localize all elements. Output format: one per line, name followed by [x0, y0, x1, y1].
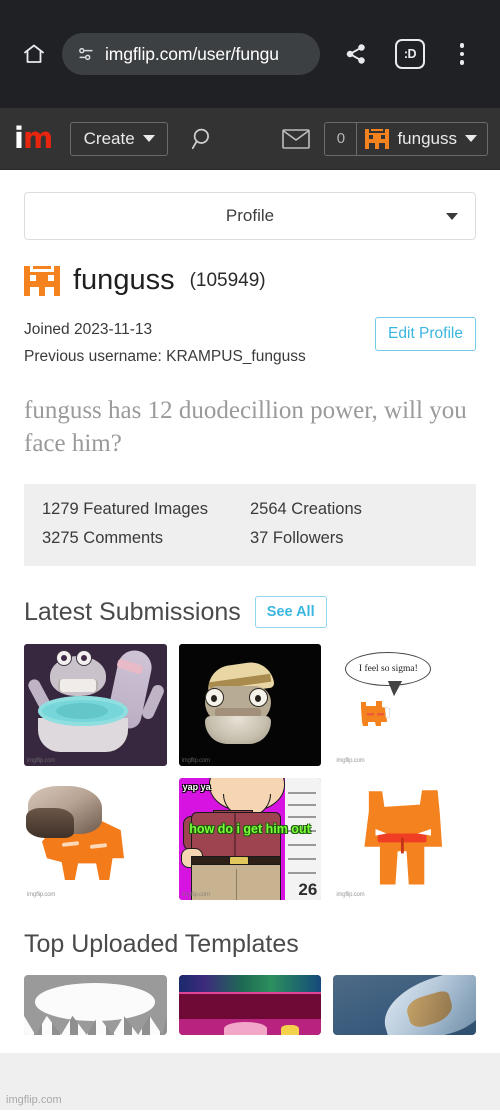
fish-beard-shape — [204, 716, 271, 744]
profile-username: funguss — [73, 264, 175, 296]
create-button[interactable]: Create — [70, 121, 169, 156]
site-header: im Create 0 funguss — [0, 108, 500, 170]
profile-bio: funguss has 12 duodecillion power, will … — [24, 397, 467, 457]
logo-m: m — [22, 121, 53, 155]
top-templates-title: Top Uploaded Templates — [24, 930, 299, 958]
user-menu-button[interactable]: funguss — [356, 121, 488, 156]
profile-dropdown-label: Profile — [225, 206, 275, 225]
top-templates-header: Top Uploaded Templates — [24, 930, 476, 959]
overlay-caption: how do i get him out — [189, 822, 311, 836]
fish-eye-right — [248, 688, 268, 707]
thumb-watermark: imgflip.com — [181, 758, 210, 764]
chevron-down-icon — [142, 135, 155, 142]
monster-eye-right — [76, 650, 92, 666]
thumb-watermark: imgflip.com — [27, 758, 56, 764]
submissions-grid: imgflip.com imgflip.com I feel so sigma! — [24, 644, 476, 900]
template-teeth-cave[interactable] — [24, 975, 167, 1035]
thumb-monster-bathtub[interactable]: imgflip.com — [24, 644, 167, 766]
thumb-watermark: imgflip.com — [27, 892, 56, 898]
edit-profile-button[interactable]: Edit Profile — [375, 317, 476, 351]
logo-i: i — [14, 121, 24, 155]
monster-eye-left — [56, 650, 72, 666]
mail-icon[interactable] — [282, 128, 311, 150]
cave-dome-shape — [35, 983, 156, 1021]
latest-submissions-header: Latest Submissions See All — [24, 596, 476, 628]
header-username: funguss — [397, 128, 457, 148]
overflow-menu-icon[interactable] — [442, 34, 482, 74]
points-badge[interactable]: 0 — [324, 121, 357, 156]
joined-date: Joined 2023-11-13 — [24, 321, 153, 338]
browser-chrome: imgflip.com/user/fungu :D — [0, 0, 500, 108]
glitch-yellow-blob — [281, 1025, 299, 1035]
corner-text: yap ya — [182, 782, 211, 792]
profile-meta-text: Joined 2023-11-13 Previous username: KRA… — [24, 316, 375, 370]
header-right-group: 0 funguss — [282, 121, 488, 156]
page-footer: imgflip.com — [0, 1053, 500, 1110]
thumb-sigma-cat[interactable]: I feel so sigma! imgflip.com — [333, 644, 476, 766]
ice-ridge-shape — [375, 975, 476, 1035]
stat-followers: 37 Followers — [250, 529, 344, 547]
hand-shadow-shape — [26, 808, 74, 838]
templates-grid — [24, 975, 476, 1035]
profile-identity: funguss (105949) — [24, 264, 476, 297]
search-icon[interactable] — [190, 126, 216, 152]
water-shape — [38, 696, 128, 726]
thumb-hand-squeeze-cat[interactable]: imgflip.com — [24, 778, 167, 900]
profile-dropdown[interactable]: Profile — [24, 192, 476, 240]
character-shirt — [190, 812, 281, 860]
cat-avatar-icon — [365, 128, 390, 149]
previous-username: Previous username: KRAMPUS_funguss — [24, 348, 306, 365]
stat-creations: 2564 Creations — [250, 500, 362, 518]
page-body: Profile funguss (105949) Joined 2023-11-… — [0, 192, 500, 1110]
stat-comments: 3275 Comments — [42, 529, 164, 547]
thumb-orange-cat[interactable]: imgflip.com — [333, 778, 476, 900]
template-pink-glitch[interactable] — [178, 975, 322, 1035]
chevron-down-icon — [465, 135, 477, 142]
home-icon[interactable] — [14, 34, 54, 74]
thumb-watermark: imgflip.com — [181, 892, 210, 898]
template-ice-ridge[interactable] — [333, 975, 476, 1035]
chevron-down-icon — [446, 212, 458, 220]
stat-featured-images: 1279 Featured Images — [42, 500, 209, 518]
thumb-watermark: imgflip.com — [336, 892, 365, 898]
emoji-label: :D — [395, 39, 425, 69]
corner-number: 26 — [298, 880, 318, 899]
url-text: imgflip.com/user/fungu — [105, 43, 279, 64]
overflow-dots — [459, 43, 465, 65]
address-bar[interactable]: imgflip.com/user/fungu — [62, 33, 320, 75]
profile-points: (105949) — [189, 269, 266, 291]
latest-submissions-title: Latest Submissions — [24, 597, 241, 626]
thumb-family-guy[interactable]: yap ya how do i get him out 26 imgflip.c… — [178, 778, 322, 900]
emoji-button[interactable]: :D — [390, 34, 430, 74]
speech-bubble-tail — [388, 681, 403, 696]
imgflip-logo[interactable]: im — [14, 121, 53, 155]
orange-cat-large-icon — [364, 790, 443, 885]
thumb-hat-fish[interactable]: imgflip.com — [178, 644, 322, 766]
see-all-button[interactable]: See All — [254, 596, 327, 628]
create-label: Create — [83, 128, 135, 148]
profile-avatar-icon — [24, 265, 60, 296]
glitch-pink-blob — [224, 1021, 268, 1035]
thumb-watermark: imgflip.com — [336, 758, 365, 764]
orange-cat-icon — [361, 701, 391, 726]
fish-eye-left — [204, 688, 224, 707]
glitch-top-band — [178, 975, 322, 992]
share-icon[interactable] — [336, 34, 376, 74]
footer-watermark: imgflip.com — [6, 1094, 62, 1106]
content-column: Profile funguss (105949) Joined 2023-11-… — [0, 192, 500, 1035]
profile-meta-row: Joined 2023-11-13 Previous username: KRA… — [24, 316, 476, 370]
profile-stats: 1279 Featured Images 2564 Creations 3275… — [24, 484, 476, 566]
page-info-icon[interactable] — [76, 44, 96, 64]
